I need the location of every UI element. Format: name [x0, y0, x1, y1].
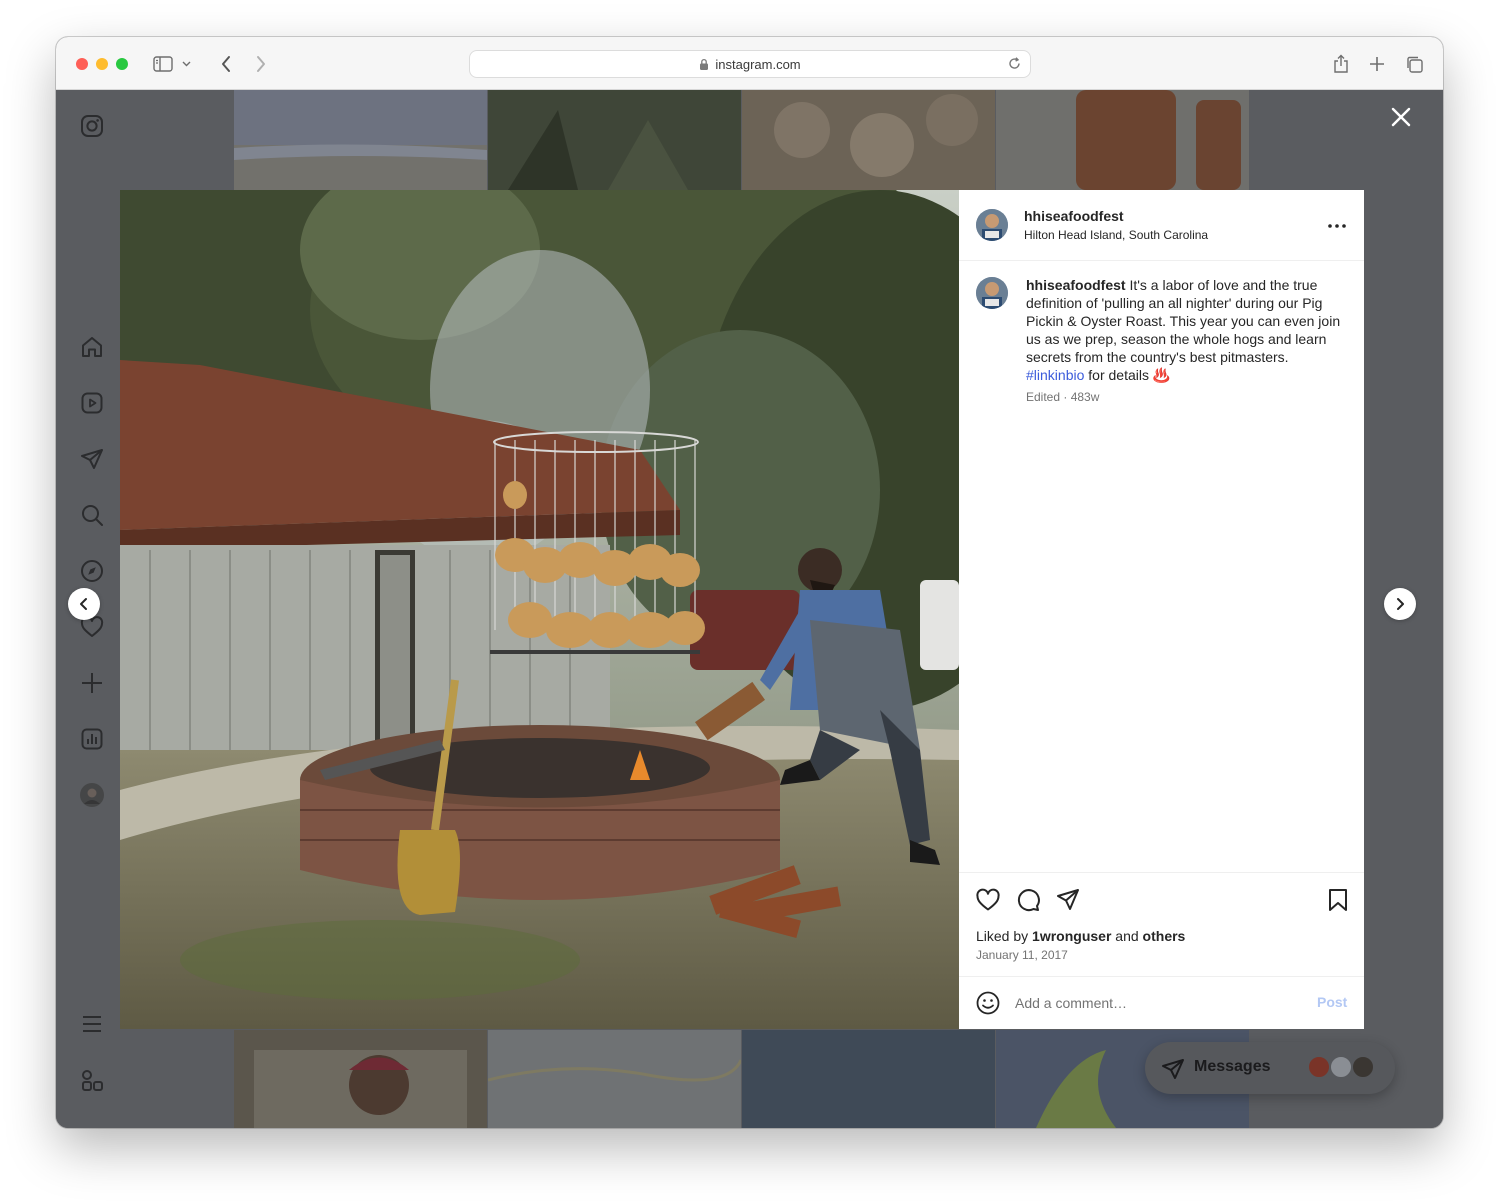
- chevron-right-icon: [1397, 598, 1404, 610]
- message-avatar: [1307, 1055, 1331, 1079]
- liked-by-others[interactable]: others: [1143, 928, 1186, 944]
- reels-icon[interactable]: [78, 389, 106, 417]
- grid-thumbnail: [488, 1030, 741, 1128]
- insights-icon[interactable]: [78, 725, 106, 753]
- minimize-window-button[interactable]: [96, 58, 108, 70]
- comment-icon[interactable]: [1015, 887, 1041, 913]
- post-photo[interactable]: [120, 190, 959, 1029]
- sidebar-toggle-icon[interactable]: [150, 51, 176, 77]
- comment-bar: Post: [959, 976, 1364, 1029]
- messages-label: Messages: [1194, 1058, 1271, 1075]
- grid-thumbnail: [742, 90, 995, 190]
- explore-icon[interactable]: [78, 557, 106, 585]
- grid-thumbnail: [996, 90, 1249, 190]
- search-icon[interactable]: [78, 501, 106, 529]
- create-icon[interactable]: [78, 669, 106, 697]
- more-apps-icon[interactable]: [78, 1066, 106, 1094]
- direct-icon[interactable]: [78, 445, 106, 473]
- messages-button[interactable]: Messages: [1145, 1042, 1395, 1094]
- like-heart-icon[interactable]: [975, 887, 1001, 913]
- post-location[interactable]: Hilton Head Island, South Carolina: [1024, 228, 1208, 242]
- address-bar[interactable]: instagram.com: [469, 50, 1031, 78]
- message-avatar: [1329, 1055, 1353, 1079]
- grid-thumbnail: [234, 1030, 487, 1128]
- more-options-icon[interactable]: [1325, 214, 1349, 238]
- share-post-icon[interactable]: [1055, 887, 1081, 913]
- menu-icon[interactable]: [78, 1010, 106, 1038]
- browser-window: instagram.com hhiseafoodfest Hilton Head…: [56, 37, 1443, 1128]
- likes-middle: and: [1111, 928, 1143, 944]
- direct-icon: [1161, 1057, 1185, 1081]
- profile-avatar[interactable]: [78, 781, 106, 809]
- forward-icon[interactable]: [248, 51, 274, 77]
- new-tab-icon[interactable]: [1364, 51, 1390, 77]
- post-comment-button[interactable]: Post: [1317, 994, 1347, 1010]
- post-header: hhiseafoodfest Hilton Head Island, South…: [959, 190, 1364, 261]
- post-date: January 11, 2017: [976, 948, 1068, 962]
- page-overlay[interactable]: hhiseafoodfest Hilton Head Island, South…: [56, 90, 1443, 1128]
- grid-thumbnail: [234, 90, 487, 190]
- author-avatar[interactable]: [976, 209, 1008, 241]
- chevron-down-icon[interactable]: [179, 51, 193, 77]
- instagram-icon[interactable]: [78, 112, 106, 140]
- grid-thumbnail: [742, 1030, 995, 1128]
- url-text: instagram.com: [715, 56, 801, 72]
- close-modal-icon[interactable]: [1388, 104, 1414, 130]
- post-details-panel: hhiseafoodfest Hilton Head Island, South…: [959, 190, 1364, 1029]
- caption-suffix: for details ♨️: [1084, 367, 1171, 383]
- next-post-button[interactable]: [1384, 588, 1416, 620]
- zoom-window-button[interactable]: [116, 58, 128, 70]
- reload-icon[interactable]: [1007, 56, 1022, 74]
- likes-prefix: Liked by: [976, 928, 1033, 944]
- share-icon[interactable]: [1328, 51, 1354, 77]
- caption-hashtag[interactable]: #linkinbio: [1026, 367, 1084, 383]
- likes-summary: Liked by 1wronguser and others: [976, 928, 1185, 944]
- tab-overview-icon[interactable]: [1401, 51, 1427, 77]
- chevron-left-icon: [80, 598, 87, 610]
- previous-post-button[interactable]: [68, 588, 100, 620]
- caption-username[interactable]: hhiseafoodfest: [1026, 277, 1126, 293]
- liked-by-user[interactable]: 1wronguser: [1032, 928, 1111, 944]
- lock-icon: [699, 58, 709, 71]
- edited-timestamp: Edited · 483w: [1026, 390, 1100, 404]
- back-icon[interactable]: [213, 51, 239, 77]
- post-caption: hhiseafoodfest It's a labor of love and …: [1026, 276, 1341, 384]
- grid-thumbnail: [488, 90, 741, 190]
- emoji-icon[interactable]: [975, 990, 1001, 1016]
- browser-toolbar: instagram.com: [56, 37, 1443, 90]
- author-username[interactable]: hhiseafoodfest: [1024, 208, 1124, 224]
- post-actions: [959, 872, 1364, 924]
- close-window-button[interactable]: [76, 58, 88, 70]
- bookmark-icon[interactable]: [1325, 887, 1351, 913]
- comment-input[interactable]: [1015, 991, 1295, 1015]
- caption-avatar[interactable]: [976, 277, 1008, 309]
- message-avatar: [1351, 1055, 1375, 1079]
- home-icon[interactable]: [78, 333, 106, 361]
